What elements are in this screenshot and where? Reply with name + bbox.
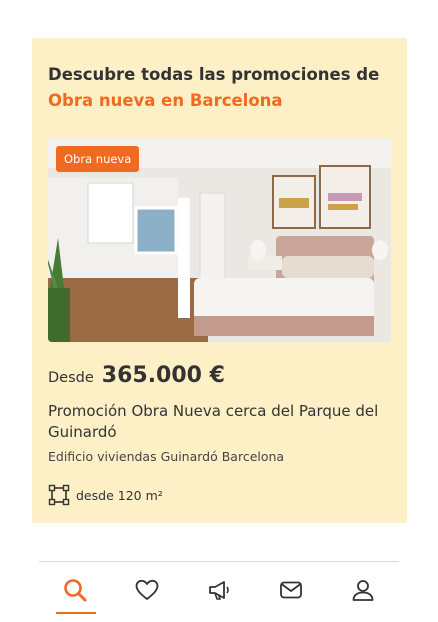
area-text: desde 120 m² xyxy=(76,487,163,503)
promotion-heading: Descubre todas las promociones de Obra n… xyxy=(48,62,394,114)
nav-favorites[interactable] xyxy=(111,562,183,618)
nav-search[interactable] xyxy=(39,562,111,618)
search-icon xyxy=(64,579,87,602)
mail-icon xyxy=(280,581,302,599)
nav-messages[interactable] xyxy=(255,562,327,618)
megaphone-icon xyxy=(209,581,229,600)
promotion-subtitle: Edificio viviendas Guinardó Barcelona xyxy=(48,449,285,464)
price-row: Desde 365.000 € xyxy=(48,363,225,388)
property-photo[interactable]: Obra nueva xyxy=(48,138,391,342)
heading-prefix: Descubre todas las promociones de xyxy=(48,65,380,84)
new-build-badge: Obra nueva xyxy=(56,146,140,172)
promotion-card[interactable]: Descubre todas las promociones de Obra n… xyxy=(32,38,407,523)
heading-link[interactable]: Obra nueva en Barcelona xyxy=(48,91,283,110)
nav-profile[interactable] xyxy=(327,562,399,618)
area-icon xyxy=(48,484,70,506)
area-info: desde 120 m² xyxy=(48,484,163,506)
nav-alerts[interactable] xyxy=(183,562,255,618)
price-prefix: Desde xyxy=(48,370,94,386)
bottom-navigation xyxy=(39,561,399,622)
user-icon xyxy=(352,580,374,601)
active-indicator xyxy=(56,612,96,614)
heart-icon xyxy=(135,579,159,600)
price-value: 365.000 € xyxy=(101,363,225,388)
promotion-title[interactable]: Promoción Obra Nueva cerca del Parque de… xyxy=(48,401,388,443)
